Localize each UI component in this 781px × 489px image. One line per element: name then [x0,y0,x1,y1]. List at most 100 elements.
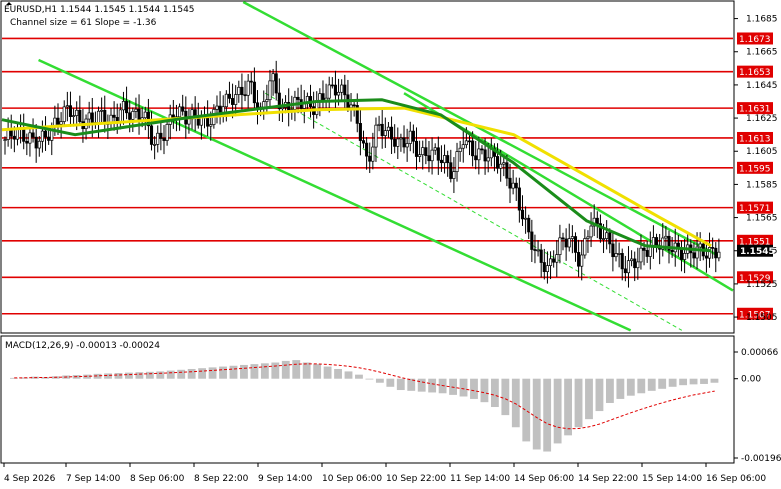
candle-body [411,130,415,142]
candle-body [25,140,29,144]
candle-body [614,253,618,258]
candle-body [249,80,253,83]
candle-body [187,118,191,125]
candle-body [530,231,534,250]
candle-body [243,94,247,97]
candle-body [386,126,390,131]
candle-body [240,86,244,96]
candle-body [22,127,26,142]
candle-body [418,154,422,157]
candle-body [648,245,652,257]
candle-body [65,105,69,108]
candle-body [100,109,104,112]
candle-body [227,93,232,99]
candle-body [626,260,631,274]
candle-body [40,130,44,142]
macd-histogram-bar [396,378,405,391]
macd-histogram-bar [271,362,280,379]
candle-body [573,236,578,253]
candle-body [380,123,384,136]
candle-body [87,112,91,120]
candle-body [558,237,562,255]
chart-symbol-header: EURUSD,H1 1.1544 1.1545 1.1544 1.1545 [4,5,195,15]
candle-body [131,111,135,120]
channel-info: Channel size = 61 Slope = -1.36 [10,18,157,28]
level-label-1.1653: 1.1653 [739,68,771,78]
macd-histogram-bar [417,378,426,392]
candle-body [427,155,431,162]
candle-body [396,138,400,147]
candle-body [143,111,147,119]
candle-body [430,149,434,162]
price-tick-label: 1.1645 [746,81,778,91]
candle-body [439,159,443,164]
candle-body [545,265,549,272]
macd-histogram-bar [260,363,269,379]
candle-body [128,112,132,120]
candle-body [215,105,219,110]
candle-body [330,84,334,87]
candle-body [365,142,369,157]
macd-histogram-bar [532,378,541,450]
time-tick-label: 9 Sep 14:00 [258,474,313,484]
macd-histogram-bar [187,368,196,379]
main-plot-frame [0,0,735,334]
candle-body [508,177,512,189]
candle-body [78,109,82,123]
candle-body [633,258,637,269]
candle-body [570,236,574,239]
candle-body [620,253,624,270]
candle-body [464,140,468,146]
macd-histogram-bar [334,368,342,379]
time-tick-label: 11 Sep 14:00 [450,474,510,484]
time-tick-label: 10 Sep 22:00 [386,474,446,484]
candle-body [414,140,419,157]
candle-body [670,249,674,253]
candle-body [433,147,437,151]
candle-body [199,117,203,126]
candle-body [47,136,51,141]
candle-body [377,123,381,126]
macd-histogram-bar [428,378,437,393]
macd-histogram-bar [198,368,207,379]
candle-body [343,84,347,96]
candle-body [231,98,235,105]
macd-histogram-bar [470,378,478,399]
candle-body [567,238,571,248]
candle-body [623,268,627,274]
macd-histogram-bar [647,378,656,391]
time-tick-label: 7 Sep 14:00 [66,474,121,484]
macd-plot-frame [0,335,735,464]
price-tick-label: 1.1505 [746,313,778,323]
macd-histogram-bar [292,360,301,379]
time-tick-label: 8 Sep 06:00 [130,474,185,484]
macd-histogram-bar [626,378,635,396]
candle-body [421,147,425,156]
candle-body [62,106,66,122]
level-label-1.1673: 1.1673 [739,35,771,45]
candle-body [72,115,76,117]
candle-body [539,249,543,263]
price-chart: 1.16731.16531.16311.16131.15951.15711.15… [0,0,781,484]
candle-body [455,151,459,172]
candle-body [517,187,521,211]
candle-body [495,156,500,169]
macd-histogram-bar [219,366,227,379]
macd-histogram-bar [658,378,667,389]
macd-histogram-bar [679,378,688,386]
candle-body [358,123,362,141]
time-tick-label: 15 Sep 14:00 [642,474,702,484]
current-price-label: 1.1545 [740,247,775,257]
candle-body [112,114,116,118]
candle-body [399,137,403,140]
candle-body [471,140,475,157]
level-label-1.1613: 1.1613 [739,134,771,144]
candle-body [698,243,702,248]
macd-histogram-bar [229,365,238,379]
candle-body [361,140,366,144]
candle-body [717,251,721,259]
candle-body [402,137,406,148]
macd-tick-label: 0.00066 [741,348,778,358]
macd-histogram-bar [104,373,112,379]
candle-body [452,171,456,179]
